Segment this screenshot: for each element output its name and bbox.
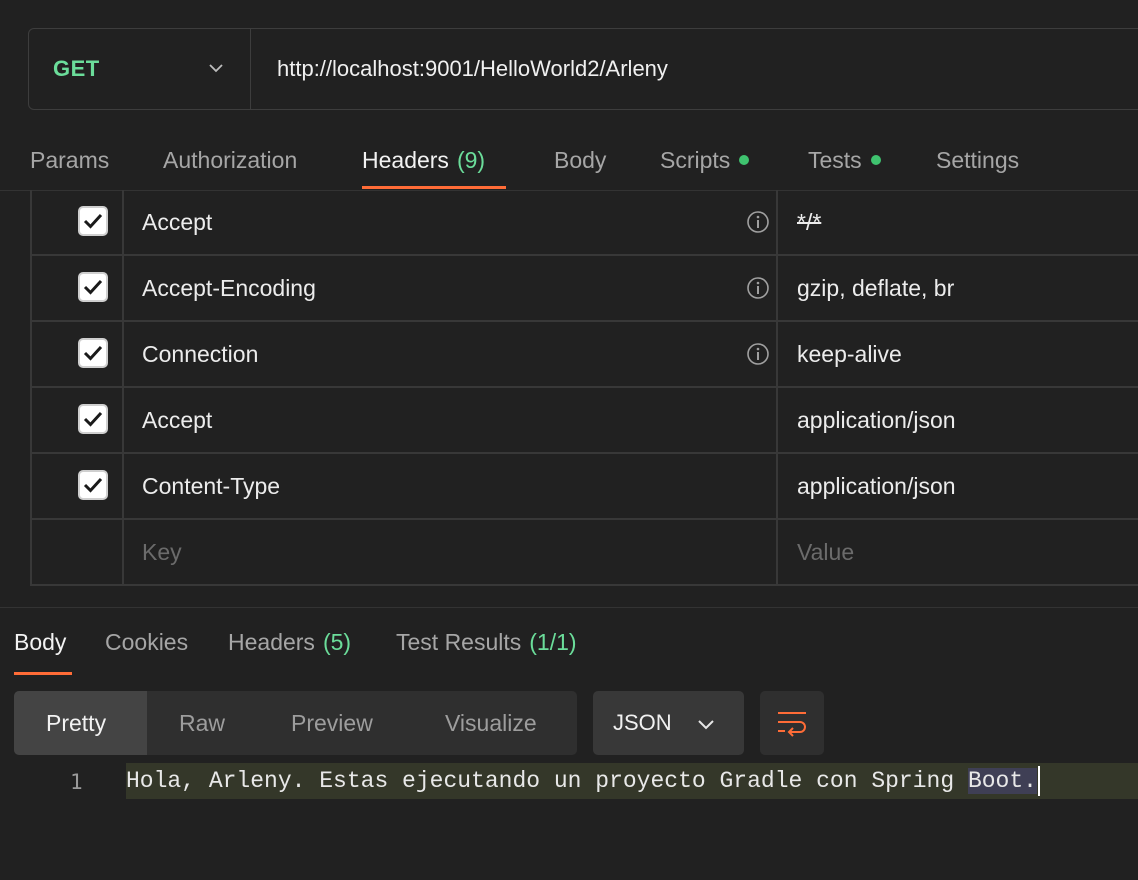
checkmark-icon xyxy=(83,279,103,295)
tab-count: (5) xyxy=(322,628,352,655)
checkmark-icon xyxy=(83,477,103,493)
new-header-value-input[interactable]: Value xyxy=(797,520,854,584)
tab-label: Tests xyxy=(808,146,862,173)
url-bar: GET http://localhost:9001/HelloWorld2/Ar… xyxy=(28,28,1138,110)
wrap-lines-icon xyxy=(778,712,806,737)
method-label: GET xyxy=(53,56,100,81)
header-value[interactable]: application/json xyxy=(797,388,956,452)
checkmark-icon xyxy=(83,411,103,427)
header-value[interactable]: keep-alive xyxy=(797,322,902,386)
column-divider xyxy=(776,388,778,452)
response-text[interactable]: Hola, Arleny. Estas ejecutando un proyec… xyxy=(126,763,1040,799)
table-row: Accept-Encoding gzip, deflate, br xyxy=(32,256,1138,322)
tab-label: Headers xyxy=(228,628,315,655)
tab-headers[interactable]: Headers (9) xyxy=(362,130,485,190)
header-enabled-checkbox[interactable] xyxy=(78,338,108,368)
header-enabled-checkbox[interactable] xyxy=(78,404,108,434)
resp-tab-cookies[interactable]: Cookies xyxy=(105,622,188,662)
checkbox-cell xyxy=(32,520,124,584)
tab-label: Test Results xyxy=(396,628,522,655)
header-key[interactable]: Accept-Encoding xyxy=(142,256,316,320)
selected-text: Boot. xyxy=(967,768,1037,794)
column-divider xyxy=(776,322,778,386)
text-caret xyxy=(1037,765,1040,796)
header-enabled-checkbox[interactable] xyxy=(78,272,108,302)
section-divider xyxy=(0,607,1138,608)
headers-table: Accept */* Accept-Encoding gzip, deflate… xyxy=(30,190,1138,586)
request-tabs: Params Authorization Headers (9) Body Sc… xyxy=(0,130,1138,191)
line-number: 1 xyxy=(70,770,83,794)
checkmark-icon xyxy=(83,213,103,229)
tab-settings[interactable]: Settings xyxy=(936,130,1019,190)
header-value[interactable]: gzip, deflate, br xyxy=(797,256,954,320)
header-key[interactable]: Content-Type xyxy=(142,454,280,518)
table-row-new: Key Value xyxy=(32,520,1138,586)
tab-label: Cookies xyxy=(105,628,189,655)
tab-label: Scripts xyxy=(660,146,731,173)
header-key[interactable]: Accept xyxy=(142,190,212,254)
chevron-down-icon xyxy=(209,64,223,73)
active-tab-indicator xyxy=(14,672,72,675)
status-dot xyxy=(870,155,881,165)
checkbox-cell xyxy=(32,190,124,254)
method-select[interactable]: GET xyxy=(29,29,251,109)
column-divider xyxy=(776,256,778,320)
header-enabled-checkbox[interactable] xyxy=(78,470,108,500)
status-dot xyxy=(739,155,750,165)
tab-count: (9) xyxy=(456,146,486,173)
tab-params[interactable]: Params xyxy=(30,130,109,190)
tab-label: Body xyxy=(554,146,607,173)
format-label: JSON xyxy=(613,710,672,735)
column-divider xyxy=(776,454,778,518)
checkbox-cell xyxy=(32,322,124,386)
new-header-key-input[interactable]: Key xyxy=(142,520,182,584)
view-mode-preview[interactable]: Preview xyxy=(291,691,373,755)
column-divider xyxy=(776,190,778,254)
format-select[interactable]: JSON xyxy=(593,691,744,755)
view-mode-pretty[interactable]: Pretty xyxy=(46,691,106,755)
tab-label: Headers xyxy=(362,146,449,173)
info-icon[interactable] xyxy=(746,210,770,234)
url-input[interactable]: http://localhost:9001/HelloWorld2/Arleny xyxy=(251,56,668,82)
header-value[interactable]: */* xyxy=(797,190,821,254)
checkmark-icon xyxy=(83,345,103,361)
info-icon[interactable] xyxy=(746,276,770,300)
view-mode-visualize[interactable]: Visualize xyxy=(445,691,537,755)
resp-tab-headers[interactable]: Headers (5) xyxy=(228,622,351,662)
tab-body[interactable]: Body xyxy=(554,130,606,190)
resp-tab-body[interactable]: Body xyxy=(14,622,66,662)
header-enabled-checkbox[interactable] xyxy=(78,206,108,236)
tab-label: Body xyxy=(14,628,67,655)
tab-label: Params xyxy=(30,146,110,173)
chevron-down-icon xyxy=(698,720,714,730)
resp-tab-test-results[interactable]: Test Results (1/1) xyxy=(396,622,577,662)
table-row: Accept */* xyxy=(32,190,1138,256)
column-divider xyxy=(776,520,778,584)
tab-label: Authorization xyxy=(163,146,298,173)
header-value[interactable]: application/json xyxy=(797,454,956,518)
info-icon[interactable] xyxy=(746,342,770,366)
table-row: Accept application/json xyxy=(32,388,1138,454)
checkbox-cell xyxy=(32,388,124,452)
tab-scripts[interactable]: Scripts xyxy=(660,130,750,190)
checkbox-cell xyxy=(32,454,124,518)
table-row: Content-Type application/json xyxy=(32,454,1138,520)
response-text-main: Hola, Arleny. Estas ejecutando un proyec… xyxy=(126,768,968,794)
table-row: Connection keep-alive xyxy=(32,322,1138,388)
tab-tests[interactable]: Tests xyxy=(808,130,881,190)
response-body-line: 1 Hola, Arleny. Estas ejecutando un proy… xyxy=(0,763,1138,801)
view-mode-switcher: Pretty Raw Preview Visualize xyxy=(14,691,577,755)
tab-label: Settings xyxy=(936,146,1020,173)
header-key[interactable]: Accept xyxy=(142,388,212,452)
view-mode-raw[interactable]: Raw xyxy=(179,691,225,755)
tab-count: (1/1) xyxy=(529,628,577,655)
checkbox-cell xyxy=(32,256,124,320)
header-key[interactable]: Connection xyxy=(142,322,258,386)
active-tab-indicator xyxy=(362,186,506,189)
wrap-lines-button[interactable] xyxy=(760,691,824,755)
tab-authorization[interactable]: Authorization xyxy=(163,130,297,190)
